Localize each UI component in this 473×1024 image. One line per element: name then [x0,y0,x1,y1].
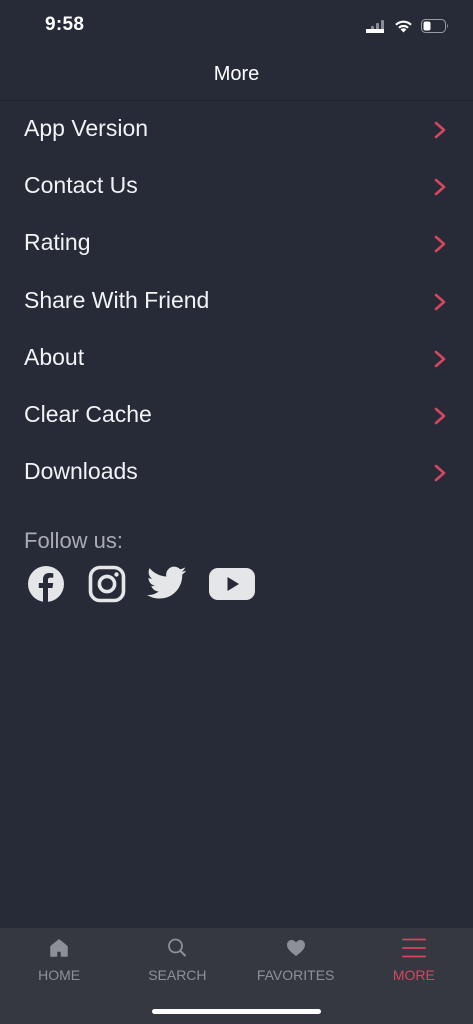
wifi-icon [395,20,412,33]
status-icons [366,16,449,36]
status-bar: 9:58 [0,0,473,50]
status-time: 9:58 [45,14,85,35]
menu-icon [401,938,426,958]
follow-us-label: Follow us: [24,528,124,553]
home-indicator [152,1009,321,1014]
menu-item-label: About [24,343,85,370]
menu-item-rating[interactable]: Rating [0,215,473,272]
chevron-right-icon [434,178,446,196]
chevron-right-icon [434,121,446,139]
menu-item-clear-cache[interactable]: Clear Cache [0,387,473,444]
tab-label: MORE [392,967,435,983]
tab-more[interactable]: MORE [355,928,473,1024]
chevron-right-icon [434,293,446,310]
instagram-icon[interactable] [88,565,126,603]
chevron-right-icon [434,350,446,368]
menu-item-label: Downloads [24,458,138,485]
menu-item-contact-us[interactable]: Contact Us [0,158,473,215]
menu-item-share-with-friend[interactable]: Share With Friend [0,273,473,330]
menu-item-downloads[interactable]: Downloads [0,444,473,501]
tab-label: SEARCH [148,967,207,983]
menu-item-about[interactable]: About [0,330,473,387]
menu-item-label: Share With Friend [24,286,210,313]
search-icon [168,938,187,957]
menu-item-label: App Version [24,115,149,141]
menu-item-label: Rating [24,229,91,256]
chevron-right-icon [434,407,446,425]
tab-home[interactable]: HOME [0,928,118,1024]
settings-menu: App Version Contact Us Rating Share With… [0,101,473,501]
tab-label: FAVORITES [256,967,335,983]
menu-item-label: Clear Cache [24,400,152,427]
menu-item-label: Contact Us [24,172,138,199]
cellular-signal-icon [366,20,384,33]
social-links [26,564,255,604]
nav-header: More [0,50,473,101]
tab-label: HOME [38,967,81,983]
page-title: More [213,63,260,85]
home-icon [50,939,68,957]
heart-icon [286,940,305,956]
facebook-icon[interactable] [26,564,66,604]
menu-item-app-version[interactable]: App Version [0,101,473,158]
chevron-right-icon [434,236,446,253]
chevron-right-icon [434,464,446,482]
battery-icon [421,19,448,33]
twitter-icon[interactable] [146,566,188,602]
youtube-icon[interactable] [209,567,255,601]
